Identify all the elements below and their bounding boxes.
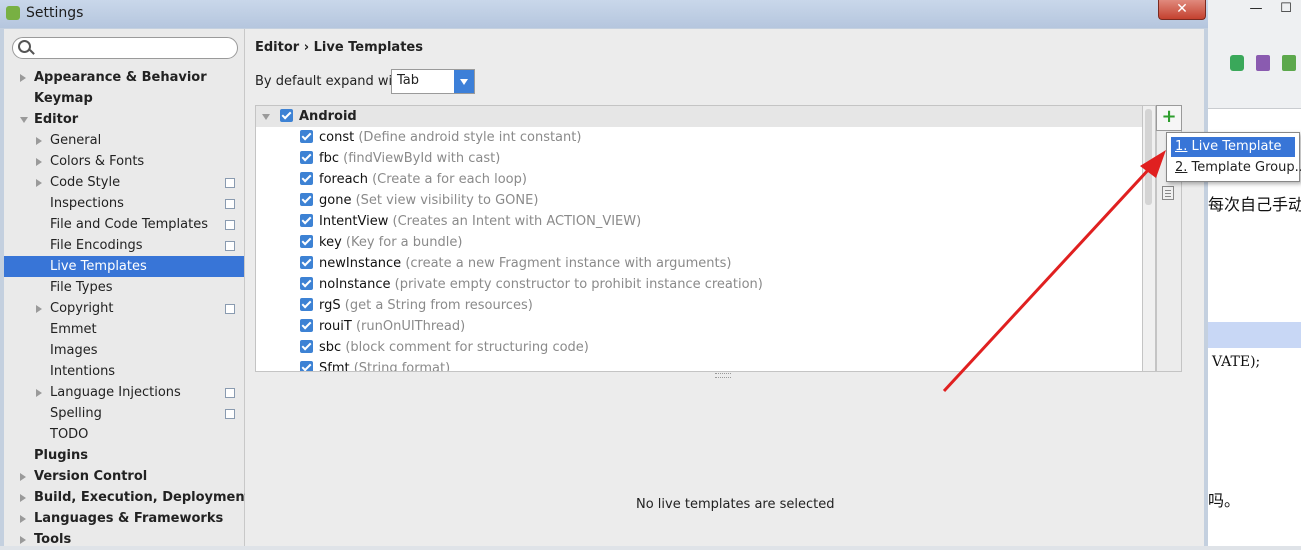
annotation-arrow xyxy=(942,150,1166,393)
arrow-line xyxy=(942,166,1152,393)
